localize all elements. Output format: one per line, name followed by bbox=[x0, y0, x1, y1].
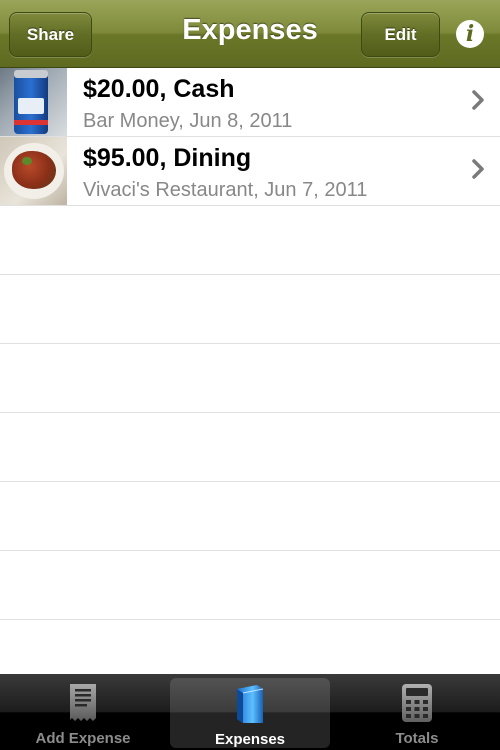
list-separator bbox=[0, 481, 500, 482]
list-separator bbox=[0, 619, 500, 620]
expense-row[interactable]: $95.00, Dining Vivaci's Restaurant, Jun … bbox=[0, 137, 500, 206]
tab-label: Add Expense bbox=[35, 730, 131, 747]
tab-add-expense[interactable]: Add Expense bbox=[0, 674, 166, 750]
calculator-icon bbox=[402, 684, 432, 722]
receipt-icon bbox=[70, 684, 96, 721]
tab-totals[interactable]: Totals bbox=[334, 674, 500, 750]
tab-label: Expenses bbox=[214, 731, 286, 748]
tab-expenses[interactable]: Expenses bbox=[170, 678, 330, 748]
tab-bar: Add Expense Expenses Totals bbox=[0, 674, 500, 750]
chevron-right-icon bbox=[472, 90, 484, 110]
list-separator bbox=[0, 412, 500, 413]
book-icon bbox=[237, 685, 264, 723]
expense-row[interactable]: $20.00, Cash Bar Money, Jun 8, 2011 bbox=[0, 68, 500, 137]
navigation-bar: Share Expenses Edit i bbox=[0, 0, 500, 68]
tab-label: Totals bbox=[395, 730, 439, 747]
expense-title: $95.00, Dining bbox=[83, 144, 252, 172]
expense-thumbnail bbox=[0, 137, 67, 205]
info-icon[interactable]: i bbox=[456, 20, 484, 48]
expense-subtitle: Vivaci's Restaurant, Jun 7, 2011 bbox=[83, 179, 368, 201]
expense-list: $20.00, Cash Bar Money, Jun 8, 2011 $95.… bbox=[0, 68, 500, 674]
list-separator bbox=[0, 343, 500, 344]
edit-button[interactable]: Edit bbox=[361, 12, 440, 57]
chevron-right-icon bbox=[472, 159, 484, 179]
expense-thumbnail bbox=[0, 68, 67, 136]
expense-subtitle: Bar Money, Jun 8, 2011 bbox=[83, 110, 293, 132]
list-separator bbox=[0, 550, 500, 551]
expense-title: $20.00, Cash bbox=[83, 75, 235, 103]
list-separator bbox=[0, 274, 500, 275]
